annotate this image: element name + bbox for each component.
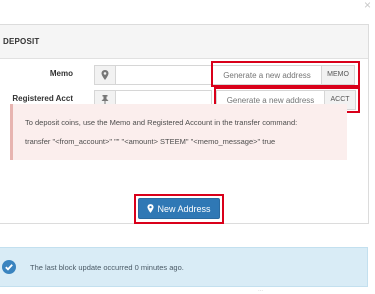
status-text: The last block update occurred 0 minutes… [30, 263, 184, 272]
footer-faint-text: ... [258, 287, 264, 293]
check-circle-icon [2, 260, 16, 279]
map-marker-icon [147, 204, 155, 213]
close-icon[interactable]: × [364, 0, 371, 12]
transfer-command: transfer "<from_account>" "" "<amount> S… [25, 137, 276, 146]
map-marker-icon [94, 65, 116, 85]
deposit-panel: DEPOSIT Memo MEMO Registered Acct ACCT T… [0, 24, 369, 224]
memo-addon: MEMO [322, 65, 355, 85]
deposit-instructions: To deposit coins, use the Memo and Regis… [10, 104, 347, 160]
memo-row: Memo MEMO [0, 65, 368, 85]
new-address-button[interactable]: New Address [138, 198, 220, 219]
panel-title: DEPOSIT [0, 25, 368, 59]
account-label: Registered Acct [12, 94, 73, 103]
memo-label: Memo [49, 69, 73, 78]
new-address-label: New Address [157, 204, 211, 214]
instructions-line: To deposit coins, use the Memo and Regis… [25, 118, 298, 127]
status-bar: The last block update occurred 0 minutes… [0, 247, 368, 287]
memo-generate-field[interactable] [212, 65, 322, 85]
memo-field[interactable] [116, 65, 212, 85]
